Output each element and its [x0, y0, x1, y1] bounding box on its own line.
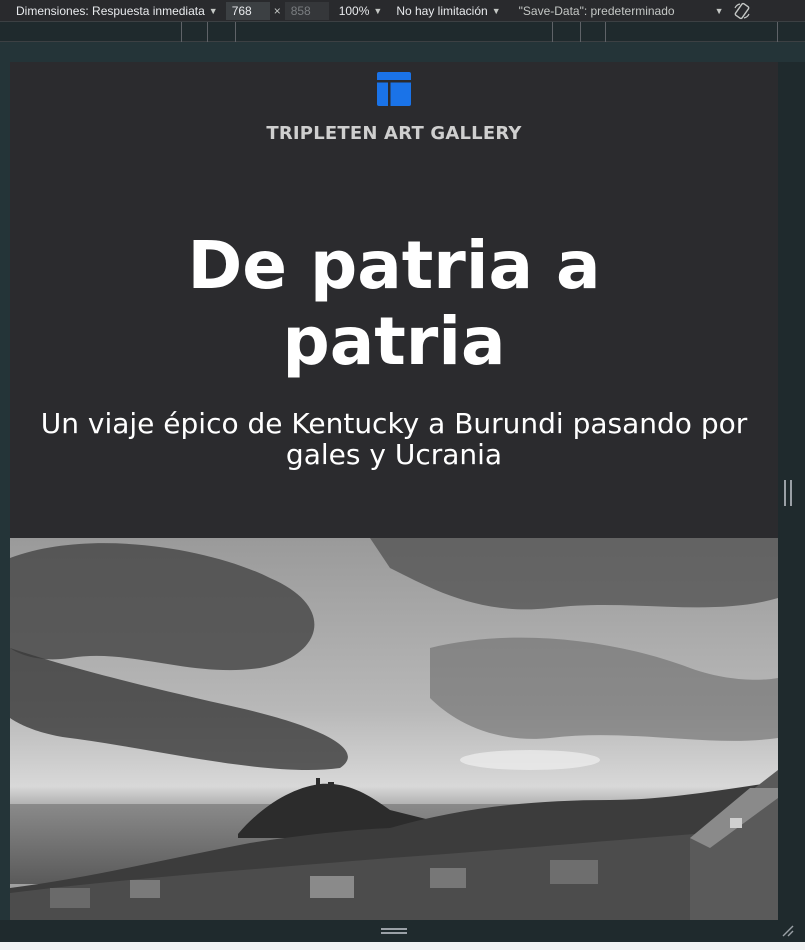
chevron-down-icon: ▼: [208, 5, 218, 16]
resize-grip-icon[interactable]: [784, 480, 792, 506]
hero-image: [10, 538, 778, 920]
save-data-dropdown[interactable]: "Save-Data": predeterminado ▼: [519, 4, 724, 18]
brand-name[interactable]: TRIPLETEN ART GALLERY: [10, 123, 778, 144]
ruler-marker[interactable]: [777, 22, 778, 42]
device-toolbar: Dimensiones: Respuesta inmediata ▼ × 100…: [0, 0, 805, 22]
rotate-icon[interactable]: [733, 2, 751, 20]
dimensions-dropdown[interactable]: Dimensiones: Respuesta inmediata ▼: [16, 4, 218, 18]
zoom-dropdown[interactable]: 100% ▼: [339, 4, 383, 18]
ruler-marker[interactable]: [552, 22, 553, 42]
zoom-label: 100%: [338, 3, 370, 18]
page-title: De patria a patria: [187, 227, 601, 380]
throttling-label: No hay limitación: [396, 3, 488, 18]
ruler-marker[interactable]: [181, 22, 182, 42]
devtools-panel-edge: [0, 942, 805, 950]
ruler-marker[interactable]: [235, 22, 236, 42]
media-query-ruler: [0, 22, 805, 42]
chevron-down-icon: ▼: [373, 5, 383, 16]
chevron-down-icon: ▼: [714, 5, 724, 16]
layout-icon[interactable]: [377, 72, 411, 106]
save-data-label: "Save-Data": predeterminado: [518, 3, 675, 18]
height-input[interactable]: [284, 1, 329, 20]
throttling-dropdown[interactable]: No hay limitación ▼: [396, 4, 500, 18]
page-viewport: TRIPLETEN ART GALLERY De patria a patria…: [10, 62, 778, 920]
page-subtitle: Un viaje épico de Kentucky a Burundi pas…: [40, 407, 748, 471]
corner-resize-icon[interactable]: [781, 924, 795, 938]
ruler-marker[interactable]: [207, 22, 208, 42]
site-header: TRIPLETEN ART GALLERY: [10, 62, 778, 144]
chevron-down-icon: ▼: [491, 5, 501, 16]
times-sign: ×: [273, 3, 281, 18]
ruler-marker[interactable]: [605, 22, 606, 42]
dimensions-label: Dimensiones: Respuesta inmediata: [16, 3, 205, 18]
ruler-marker[interactable]: [580, 22, 581, 42]
resize-grip-icon[interactable]: [381, 928, 407, 934]
width-input[interactable]: [225, 1, 270, 20]
